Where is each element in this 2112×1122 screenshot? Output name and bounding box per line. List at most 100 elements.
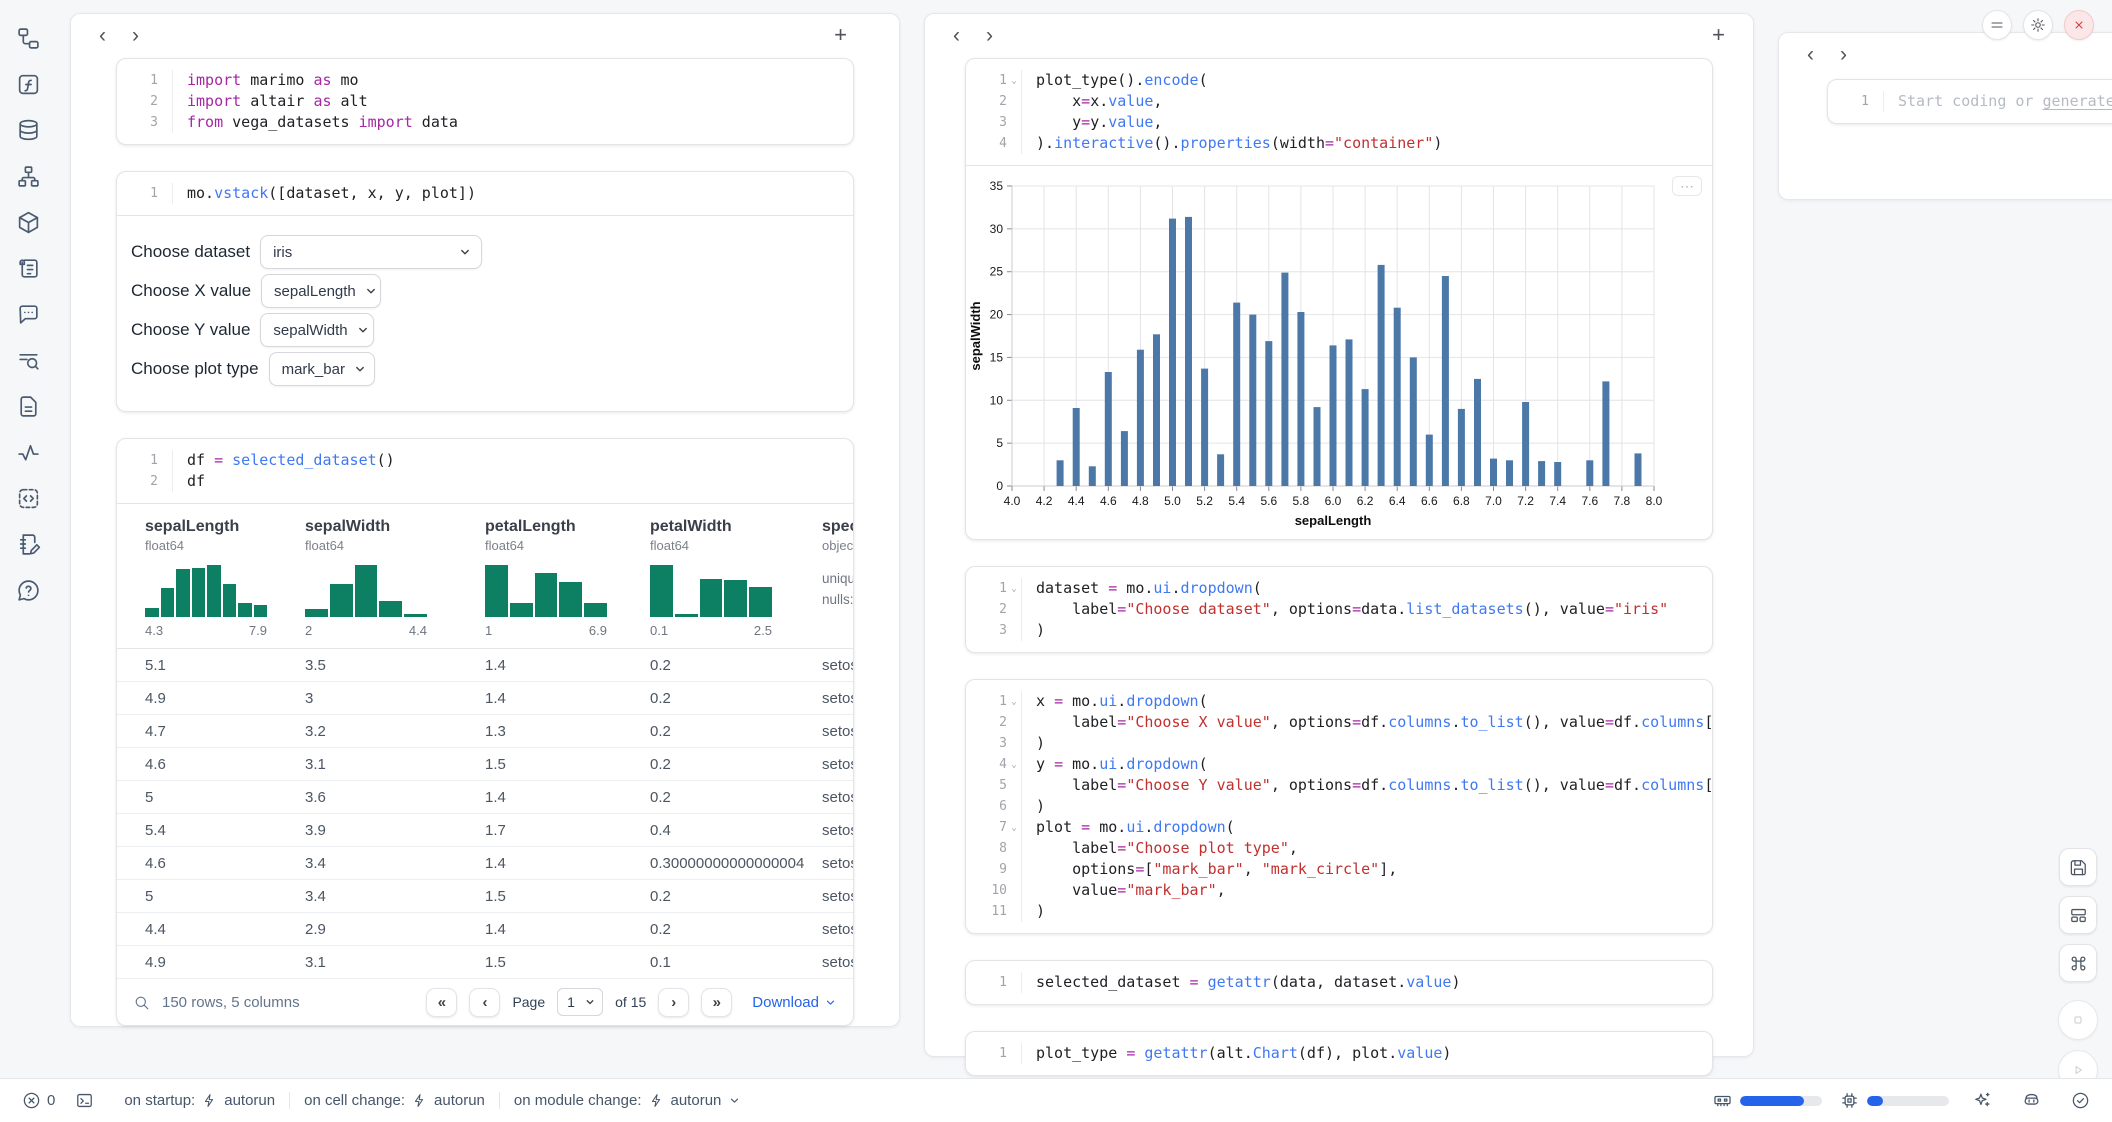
code-placeholder[interactable]: Start coding or generate with xyxy=(1884,91,2112,112)
autorun-setting[interactable]: on module change:autorun xyxy=(499,1092,755,1109)
svg-text:7.8: 7.8 xyxy=(1614,494,1631,508)
line-number-gutter: 8 xyxy=(966,838,1022,859)
code-line: 3) xyxy=(966,733,1712,754)
download-button[interactable]: Download xyxy=(752,994,837,1011)
settings-gear-button[interactable] xyxy=(2023,10,2053,40)
column-scroll-right-button[interactable]: › xyxy=(1836,42,1851,67)
stop-button[interactable] xyxy=(2058,1000,2098,1040)
svg-text:10: 10 xyxy=(990,393,1004,407)
chevron-down-icon xyxy=(824,996,837,1009)
autorun-value: autorun xyxy=(224,1092,275,1109)
table-cell: 0.30000000000000004 xyxy=(650,855,822,872)
command-palette-button[interactable] xyxy=(2059,944,2097,982)
column-scroll-right-button[interactable]: › xyxy=(982,23,997,48)
line-number: 1 xyxy=(150,73,158,88)
choose-dataset-select[interactable]: iris xyxy=(260,235,482,269)
last-page-button[interactable]: » xyxy=(701,988,732,1017)
column-scroll-left-button[interactable]: ‹ xyxy=(95,23,110,48)
code-line: 1plot_type = getattr(alt.Chart(df), plot… xyxy=(966,1043,1712,1064)
ai-sparkles-button[interactable] xyxy=(1967,1091,1998,1110)
autorun-setting[interactable]: on cell change:autorun xyxy=(289,1092,499,1109)
add-cell-button[interactable]: + xyxy=(830,22,851,48)
column-toolbar: ‹ › + xyxy=(925,14,1753,56)
table-cell: 1.4 xyxy=(485,789,650,806)
column-scroll-left-button[interactable]: ‹ xyxy=(949,23,964,48)
code-editor[interactable]: 1⌄plot_type().encode(2 x=x.value,3 y=y.v… xyxy=(966,59,1712,165)
package-icon[interactable] xyxy=(16,210,41,235)
add-cell-button[interactable]: + xyxy=(1708,22,1729,48)
script-icon[interactable] xyxy=(16,256,41,281)
notebook-edit-icon[interactable] xyxy=(16,532,41,557)
table-cell: 3.1 xyxy=(305,756,485,773)
fold-chevron-icon: ⌄ xyxy=(1007,76,1021,86)
code-line: 1import marimo as mo xyxy=(117,70,853,91)
code-editor[interactable]: 1plot_type = getattr(alt.Chart(df), plot… xyxy=(966,1032,1712,1075)
chart-actions-button[interactable]: ⋯ xyxy=(1672,176,1702,196)
control-label: Choose X value xyxy=(131,281,251,301)
histogram-bar xyxy=(305,609,328,617)
line-number: 7 xyxy=(999,820,1007,835)
table-cell: 1.4 xyxy=(485,657,650,674)
layout-toggle-button[interactable] xyxy=(2059,896,2097,934)
table-cell: 1.3 xyxy=(485,723,650,740)
svg-text:5.0: 5.0 xyxy=(1164,494,1181,508)
code-block-icon[interactable] xyxy=(16,486,41,511)
window-controls xyxy=(1982,10,2094,40)
code-editor[interactable]: 1 Start coding or generate with xyxy=(1828,80,2112,123)
page-select[interactable]: 1 xyxy=(557,988,603,1016)
autorun-setting[interactable]: on startup:autorun xyxy=(110,1092,289,1109)
chat-icon[interactable] xyxy=(16,302,41,327)
choose-y-select[interactable]: sepalWidth xyxy=(260,313,374,347)
search-icon[interactable] xyxy=(133,994,150,1011)
line-number: 1 xyxy=(150,453,158,468)
help-icon[interactable] xyxy=(16,578,41,603)
list-search-icon[interactable] xyxy=(16,348,41,373)
code-editor[interactable]: 1mo.vstack([dataset, x, y, plot]) xyxy=(117,172,853,215)
cpu-usage[interactable] xyxy=(1840,1091,1949,1110)
save-button[interactable] xyxy=(2059,848,2097,886)
histogram-max: 7.9 xyxy=(249,623,267,638)
column-scroll-left-button[interactable]: ‹ xyxy=(1803,42,1818,67)
select-value: sepalLength xyxy=(274,283,356,300)
code-line: 2 label="Choose dataset", options=data.l… xyxy=(966,599,1712,620)
error-count-button[interactable]: 0 xyxy=(16,1091,61,1110)
code-line: 4).interactive().properties(width="conta… xyxy=(966,133,1712,154)
ram-usage[interactable] xyxy=(1713,1091,1822,1110)
activity-icon[interactable] xyxy=(16,440,41,465)
code-editor[interactable]: 1⌄x = mo.ui.dropdown(2 label="Choose X v… xyxy=(966,680,1712,933)
autorun-label: on module change: xyxy=(514,1092,642,1109)
code-editor[interactable]: 1import marimo as mo2import altair as al… xyxy=(117,59,853,144)
document-icon[interactable] xyxy=(16,394,41,419)
code-line: 1⌄x = mo.ui.dropdown( xyxy=(966,691,1712,712)
notebook-column-3: ‹ › 1 Start coding or generate with xyxy=(1778,32,2112,200)
code-editor[interactable]: 1selected_dataset = getattr(data, datase… xyxy=(966,961,1712,1004)
connection-status-button[interactable] xyxy=(2065,1091,2096,1110)
file-tree-icon[interactable] xyxy=(16,26,41,51)
prev-page-button[interactable]: ‹ xyxy=(469,988,500,1017)
choose-plot-select[interactable]: mark_bar xyxy=(269,352,375,386)
table-cell: 3.4 xyxy=(305,855,485,872)
code-editor[interactable]: 1df = selected_dataset()2df xyxy=(117,439,853,503)
column-scroll-right-button[interactable]: › xyxy=(128,23,143,48)
cpu-icon xyxy=(1840,1091,1859,1110)
line-number-gutter: 6 xyxy=(966,796,1022,817)
database-icon[interactable] xyxy=(16,118,41,143)
code-editor[interactable]: 1⌄dataset = mo.ui.dropdown(2 label="Choo… xyxy=(966,567,1712,652)
lightning-icon xyxy=(202,1093,217,1108)
ram-progress-fill xyxy=(1740,1096,1804,1106)
menu-button[interactable] xyxy=(1982,10,2012,40)
terminal-button[interactable] xyxy=(69,1091,100,1110)
dependency-graph-icon[interactable] xyxy=(16,164,41,189)
next-page-button[interactable]: › xyxy=(658,988,689,1017)
table-footer: 150 rows, 5 columns«‹Page1of 15›»Downloa… xyxy=(117,979,853,1025)
table-row: 4.42.91.40.2setosa xyxy=(117,913,853,946)
copilot-button[interactable] xyxy=(2016,1091,2047,1110)
generate-with-ai-link[interactable]: generate xyxy=(2043,92,2112,110)
choose-x-select[interactable]: sepalLength xyxy=(261,274,381,308)
shutdown-close-button[interactable] xyxy=(2064,10,2094,40)
svg-text:5.2: 5.2 xyxy=(1196,494,1213,508)
first-page-button[interactable]: « xyxy=(426,988,457,1017)
function-icon[interactable] xyxy=(16,72,41,97)
chevron-down-icon xyxy=(728,1094,741,1107)
svg-text:4.0: 4.0 xyxy=(1004,494,1021,508)
